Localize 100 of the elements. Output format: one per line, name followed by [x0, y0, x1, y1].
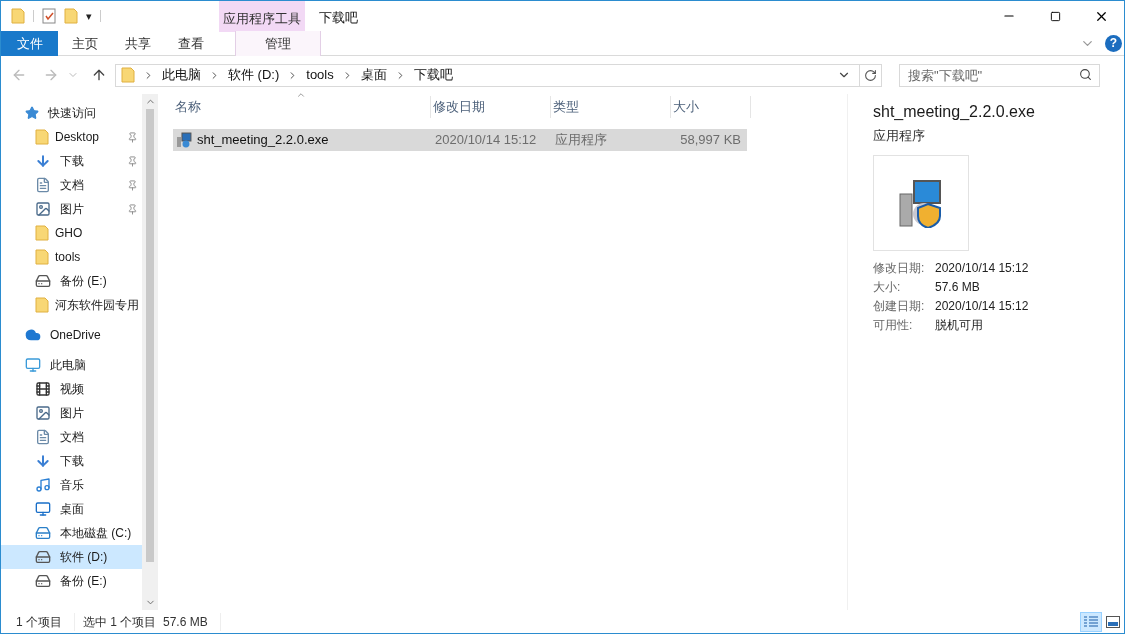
forward-arrow-icon[interactable]	[43, 67, 59, 83]
sidebar-label: GHO	[55, 225, 84, 242]
breadcrumb-item[interactable]: 桌面	[360, 65, 387, 85]
table-cell-text: 2020/10/14 15:12	[434, 131, 538, 150]
customize-menu-glyph[interactable]: ▾	[86, 8, 92, 25]
sidebar-item[interactable]: Desktop	[1, 125, 142, 149]
sidebar-item[interactable]: 图片	[1, 197, 142, 221]
sidebar-item[interactable]: 文档	[1, 425, 142, 449]
table-cell-text: 应用程序	[553, 131, 608, 150]
folder-icon	[121, 67, 135, 83]
sidebar-label: 音乐	[60, 477, 85, 494]
context-tab-group: 应用程序工具	[219, 1, 305, 32]
sidebar-label: 下载	[60, 153, 85, 170]
column-header[interactable]: 类型	[551, 96, 671, 118]
film-icon	[35, 381, 51, 397]
sidebar-label: 下载	[60, 453, 85, 470]
down-arrow-icon	[35, 453, 51, 469]
folder-icon	[35, 129, 49, 145]
checklist-icon[interactable]	[42, 8, 56, 25]
computer-icon	[25, 357, 41, 373]
property-label: 大小:	[873, 278, 902, 296]
sidebar-label: 软件 (D:)	[60, 549, 109, 566]
breadcrumb-item[interactable]: 软件 (D:)	[228, 65, 280, 85]
ribbon-tab[interactable]: 查看	[164, 31, 217, 56]
scrollbar-thumb[interactable]	[146, 109, 154, 562]
ribbon-tab[interactable]: 管理	[235, 31, 321, 56]
sidebar-item[interactable]: 软件 (D:)	[1, 545, 142, 569]
property-label: 创建日期:	[873, 297, 926, 315]
folder-icon	[64, 8, 78, 25]
drive-icon	[35, 525, 51, 541]
sidebar-item[interactable]: 此电脑	[1, 353, 142, 377]
sidebar-label: 河东软件园专用	[55, 297, 139, 314]
ribbon-tab[interactable]: 共享	[111, 31, 164, 56]
sidebar-label: 本地磁盘 (C:)	[60, 525, 133, 542]
details-subtitle: 应用程序	[873, 127, 926, 145]
details-title: sht_meeting_2.2.0.exe	[873, 102, 1036, 122]
sidebar-label: 备份 (E:)	[60, 573, 108, 590]
sidebar-item[interactable]: 文档	[1, 173, 142, 197]
desktop-icon	[35, 501, 51, 517]
sidebar-label: 备份 (E:)	[60, 273, 108, 290]
breadcrumb-item[interactable]: 下载吧	[413, 65, 453, 85]
sidebar-label: 图片	[60, 201, 85, 218]
folder-icon	[35, 225, 49, 241]
document-icon	[35, 429, 51, 445]
refresh-icon[interactable]	[864, 68, 877, 82]
sidebar-item[interactable]: 音乐	[1, 473, 142, 497]
property-value: 2020/10/14 15:12	[935, 259, 1030, 277]
address-bar[interactable]: 此电脑 软件 (D:) tools 桌面 下载吧	[115, 63, 882, 87]
picture-icon	[35, 405, 51, 421]
ribbon-tab[interactable]: 文件	[1, 31, 58, 56]
sidebar-item[interactable]: 桌面	[1, 497, 142, 521]
sidebar-label: 桌面	[60, 501, 85, 518]
document-icon	[35, 177, 51, 193]
sidebar-label: 此电脑	[50, 357, 87, 374]
sidebar-item[interactable]: 视频	[1, 377, 142, 401]
column-header[interactable]: 名称	[173, 96, 431, 118]
drive-icon	[35, 273, 51, 289]
sidebar-item[interactable]: 备份 (E:)	[1, 269, 142, 293]
status-text: 1 个项目	[16, 612, 75, 631]
details-list-icon	[1084, 615, 1098, 628]
search-icon[interactable]	[1079, 68, 1092, 81]
sidebar-item[interactable]: GHO	[1, 221, 142, 245]
sidebar-label: 视频	[60, 381, 85, 398]
property-label: 可用性:	[873, 316, 914, 334]
column-header[interactable]: 大小	[671, 96, 751, 118]
sidebar-label: OneDrive	[50, 327, 102, 344]
sidebar-item[interactable]: 下载	[1, 149, 142, 173]
sidebar-label: 图片	[60, 405, 85, 422]
drive-icon	[35, 573, 51, 589]
sidebar-label: 文档	[60, 177, 85, 194]
sidebar-item[interactable]: tools	[1, 245, 142, 269]
help-button[interactable]: ?	[1105, 34, 1122, 52]
column-header[interactable]: 修改日期	[431, 96, 551, 118]
sidebar-item[interactable]: OneDrive	[1, 323, 142, 347]
breadcrumb-item[interactable]: tools	[306, 65, 334, 85]
sidebar-item[interactable]: 河东软件园专用	[1, 293, 142, 317]
sidebar-label: 快速访问	[48, 105, 97, 122]
cloud-icon	[25, 327, 41, 343]
sidebar-item[interactable]: 下载	[1, 449, 142, 473]
window-title: 下载吧	[318, 9, 358, 27]
ribbon-tab[interactable]: 主页	[58, 31, 111, 56]
sidebar-item[interactable]: 快速访问	[1, 101, 142, 125]
star-icon	[25, 106, 39, 120]
scrollbar[interactable]	[142, 94, 158, 610]
property-value: 脱机可用	[935, 316, 984, 334]
folder-icon	[35, 297, 49, 313]
maximize-icon	[1049, 10, 1061, 22]
table-cell-text: 58,997 KB	[679, 131, 742, 150]
sidebar-label: Desktop	[55, 129, 101, 146]
breadcrumb-item[interactable]: 此电脑	[162, 65, 201, 85]
file-row[interactable]: sht_meeting_2.2.0.exe 2020/10/14 15:12 应用程序 58,997 KB	[173, 129, 747, 151]
search-field[interactable]: 搜索"下载吧"	[899, 64, 1100, 87]
sidebar-item[interactable]: 备份 (E:)	[1, 569, 142, 593]
folder-icon	[11, 8, 25, 25]
property-label: 修改日期:	[873, 259, 926, 277]
sidebar-item[interactable]: 图片	[1, 401, 142, 425]
folder-icon	[35, 249, 49, 265]
music-note-icon	[35, 477, 51, 493]
status-text: 选中 1 个项目 57.6 MB	[83, 612, 221, 631]
sidebar-item[interactable]: 本地磁盘 (C:)	[1, 521, 142, 545]
